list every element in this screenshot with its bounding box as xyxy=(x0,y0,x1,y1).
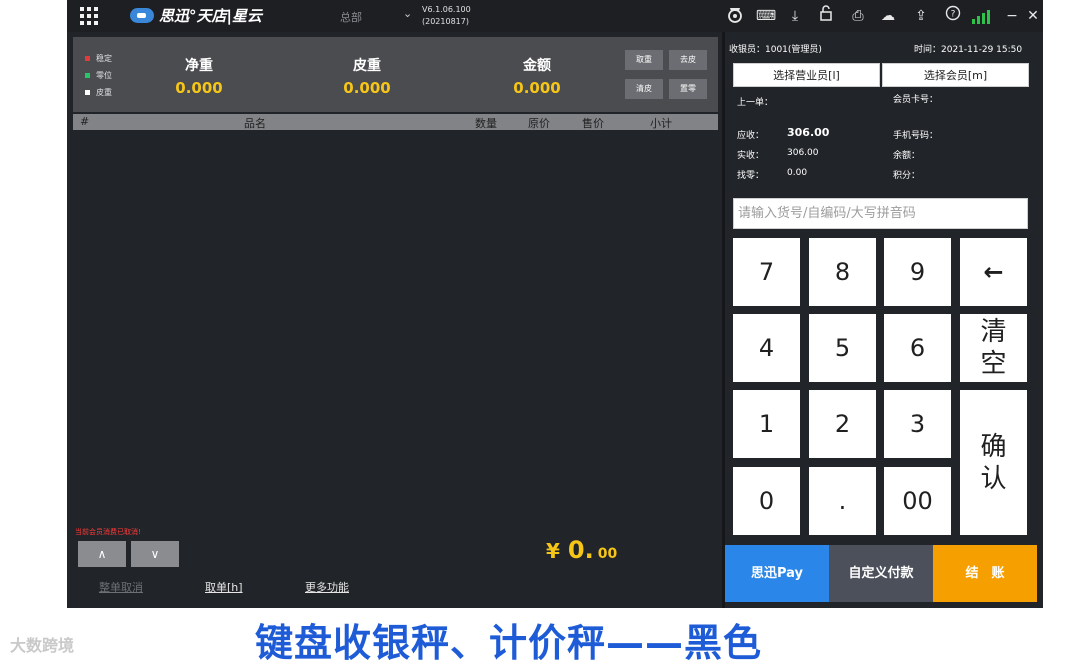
total-decimal: 00 xyxy=(597,546,618,562)
printer-icon[interactable]: ⎙ xyxy=(847,5,869,27)
phone-label: 手机号码： xyxy=(893,131,939,141)
close-icon[interactable]: ✕ xyxy=(1022,5,1044,27)
key-2[interactable]: 2 xyxy=(809,390,876,458)
backspace-key[interactable]: ← xyxy=(960,238,1027,306)
scale-icon[interactable] xyxy=(724,5,746,27)
zero-button[interactable]: 置零 xyxy=(669,79,707,99)
amount-label: 金额 xyxy=(523,58,551,74)
tare-weight-label: 皮重 xyxy=(353,58,381,74)
confirm-key[interactable]: 确 认 xyxy=(960,390,1027,535)
col-original-price: 原价 xyxy=(528,117,550,130)
member-cancel-warning: 当前会员消费已取消! xyxy=(75,528,141,536)
download-icon[interactable]: ⤓ xyxy=(784,5,806,27)
time-info: 时间：2021-11-29 15:50 xyxy=(914,45,1023,55)
key-7[interactable]: 7 xyxy=(733,238,800,306)
key-6[interactable]: 6 xyxy=(884,314,951,382)
key-5[interactable]: 5 xyxy=(809,314,876,382)
received-value: 306.00 xyxy=(787,148,819,158)
key-4[interactable]: 4 xyxy=(733,314,800,382)
retrieve-order-link[interactable]: 取单[h] xyxy=(205,579,243,595)
items-table-body[interactable] xyxy=(73,130,718,530)
help-icon[interactable]: ? xyxy=(942,5,964,27)
brand-logo-icon xyxy=(130,8,154,23)
balance-label: 余额： xyxy=(893,151,921,161)
more-functions-link[interactable]: 更多功能 xyxy=(305,579,349,595)
clear-tare-button[interactable]: 清皮 xyxy=(625,79,663,99)
take-weight-button[interactable]: 取重 xyxy=(625,50,663,70)
last-order-label: 上一单： xyxy=(737,98,774,108)
status-tare: 皮重 xyxy=(85,87,112,98)
col-sale-price: 售价 xyxy=(582,117,604,130)
status-tare-dot xyxy=(85,90,90,95)
select-member-button[interactable]: 选择会员[m] xyxy=(882,63,1029,87)
brand-name: 思迅°天店|星云 xyxy=(159,7,262,25)
cloud-upload-icon[interactable]: ⇪ xyxy=(910,5,932,27)
total-currency: ¥ xyxy=(546,539,560,563)
cloud-icon[interactable]: ☁ xyxy=(877,5,899,27)
total-integer: 0. xyxy=(567,536,594,564)
cashier-info: 收银员：1001(管理员) xyxy=(729,45,822,55)
tare-weight-value: 0.000 xyxy=(343,79,391,97)
receivable-label: 应收： xyxy=(737,131,765,141)
clear-key-line1: 清 xyxy=(980,317,1007,347)
key-1[interactable]: 1 xyxy=(733,390,800,458)
net-weight-label: 净重 xyxy=(185,58,213,74)
pos-window: 思迅°天店|星云 总部 ⌄ V6.1.06.100 (20210817) ⌨ ⤓… xyxy=(67,0,1043,608)
col-name: 品名 xyxy=(244,117,266,130)
col-subtotal: 小计 xyxy=(650,117,672,130)
select-clerk-button[interactable]: 选择营业员[l] xyxy=(733,63,880,87)
branch-selector[interactable]: 总部 xyxy=(340,9,362,25)
status-zero: 零位 xyxy=(85,70,112,81)
remove-tare-button[interactable]: 去皮 xyxy=(669,50,707,70)
received-label: 实收： xyxy=(737,151,765,161)
scroll-down-button[interactable]: ∨ xyxy=(131,541,179,567)
col-qty: 数量 xyxy=(475,117,497,130)
whole-order-cancel-link[interactable]: 整单取消 xyxy=(99,579,143,595)
weigh-panel: 稳定 零位 皮重 净重 0.000 皮重 0.000 金额 0.000 取重 去… xyxy=(73,37,718,112)
version-info: V6.1.06.100 (20210817) xyxy=(422,4,471,28)
sixun-pay-button[interactable]: 思迅Pay xyxy=(725,545,829,602)
lock-icon[interactable] xyxy=(815,5,837,27)
change-value: 0.00 xyxy=(787,168,808,178)
key-8[interactable]: 8 xyxy=(809,238,876,306)
clear-key[interactable]: 清 空 xyxy=(960,314,1027,382)
confirm-key-line2: 认 xyxy=(980,463,1007,494)
receivable-value: 306.00 xyxy=(787,126,830,139)
key-dot[interactable]: . xyxy=(809,467,876,535)
product-search-input[interactable]: 请输入货号/自编码/大写拼音码 xyxy=(733,198,1028,229)
signal-icon xyxy=(972,8,996,24)
svg-text:?: ? xyxy=(951,10,956,20)
caption-title: 键盘收银秤、计价秤——黑色 xyxy=(255,621,763,665)
order-total: ¥0. 00 xyxy=(546,536,617,564)
keyboard-icon[interactable]: ⌨ xyxy=(755,5,777,27)
watermark: 大数跨境 xyxy=(10,636,75,655)
version-number: V6.1.06.100 xyxy=(422,5,471,14)
status-stable: 稳定 xyxy=(85,53,112,64)
net-weight-value: 0.000 xyxy=(175,79,223,97)
items-table-header: # 品名 数量 原价 售价 小计 xyxy=(73,114,718,130)
checkout-panel: 收银员：1001(管理员) 时间：2021-11-29 15:50 选择营业员[… xyxy=(725,32,1043,608)
version-date: (20210817) xyxy=(422,17,469,26)
member-card-label: 会员卡号： xyxy=(893,95,939,105)
checkout-button[interactable]: 结 账 xyxy=(933,545,1037,602)
status-stable-dot xyxy=(85,56,90,61)
key-0[interactable]: 0 xyxy=(733,467,800,535)
status-zero-dot xyxy=(85,73,90,78)
change-label: 找零： xyxy=(737,171,765,181)
col-index: # xyxy=(80,115,90,128)
points-label: 积分： xyxy=(893,171,921,181)
amount-value: 0.000 xyxy=(513,79,561,97)
minimize-icon[interactable]: − xyxy=(1001,5,1023,27)
confirm-key-line1: 确 xyxy=(980,431,1007,462)
app-menu-grid-icon[interactable] xyxy=(80,7,98,25)
key-00[interactable]: 00 xyxy=(884,467,951,535)
clear-key-line2: 空 xyxy=(980,349,1007,379)
custom-payment-button[interactable]: 自定义付款 xyxy=(829,545,933,602)
chevron-down-icon[interactable]: ⌄ xyxy=(403,7,412,20)
key-9[interactable]: 9 xyxy=(884,238,951,306)
title-bar: 思迅°天店|星云 总部 ⌄ V6.1.06.100 (20210817) ⌨ ⤓… xyxy=(67,0,1043,32)
scroll-up-button[interactable]: ∧ xyxy=(78,541,126,567)
key-3[interactable]: 3 xyxy=(884,390,951,458)
